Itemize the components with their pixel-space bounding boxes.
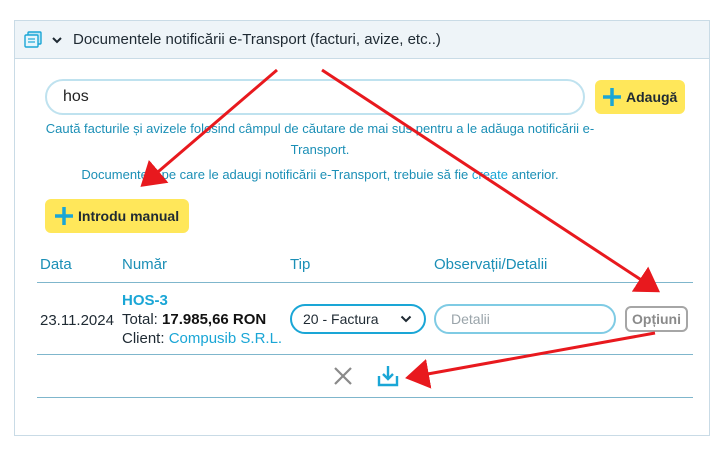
search-input[interactable] [45,79,585,115]
row-number-cell: HOS-3 Total: 17.985,66 RON Client: Compu… [122,291,282,348]
add-button[interactable]: Adaugă [595,80,686,114]
details-input[interactable] [434,304,616,334]
header-date: Data [40,256,72,273]
row-client: Client: Compusib S.R.L. [122,329,282,348]
row-total: Total: 17.985,66 RON [122,310,282,329]
create-hint: Documentele pe care le adaugi notificări… [45,164,595,185]
header-number: Număr [122,256,168,273]
manual-entry-button[interactable]: Introdu manual [45,199,190,233]
manual-entry-label: Introdu manual [78,208,180,224]
row-actions [37,355,693,398]
chevron-down-icon [400,314,412,324]
total-label: Total: [122,311,158,328]
client-link[interactable]: Compusib S.R.L. [169,330,282,347]
header-type: Tip [290,256,311,273]
table-header: Data Număr Tip Observații/Detalii [37,256,693,283]
client-label: Client: [122,330,165,347]
close-icon[interactable] [333,366,353,386]
type-select-value: 20 - Factura [303,311,379,327]
etransport-documents-panel: Documentele notificării e-Transport (fac… [14,20,710,436]
table-row: 23.11.2024 HOS-3 Total: 17.985,66 RON Cl… [37,283,693,355]
header-notes: Observații/Detalii [434,256,548,273]
doc-number-link[interactable]: HOS-3 [122,291,282,310]
document-stack-icon [23,30,43,49]
plus-icon [601,86,623,108]
plus-icon [53,205,75,227]
download-icon[interactable] [376,364,400,388]
add-button-label: Adaugă [626,89,678,105]
row-date: 23.11.2024 [40,312,114,329]
chevron-down-icon[interactable] [51,34,63,46]
panel-header[interactable]: Documentele notificării e-Transport (fac… [15,21,709,59]
total-value: 17.985,66 RON [162,311,267,328]
search-hint: Caută facturile și avizele folosind câmp… [45,121,595,157]
create-link[interactable]: create [472,167,508,182]
panel-title: Documentele notificării e-Transport (fac… [73,31,441,48]
options-button[interactable]: Opțiuni [625,306,688,332]
create-hint-prefix: Documentele pe care le adaugi notificări… [81,167,472,182]
type-select[interactable]: 20 - Factura [290,304,426,334]
create-hint-suffix: anterior. [508,167,559,182]
search-row: Adaugă [45,79,686,115]
